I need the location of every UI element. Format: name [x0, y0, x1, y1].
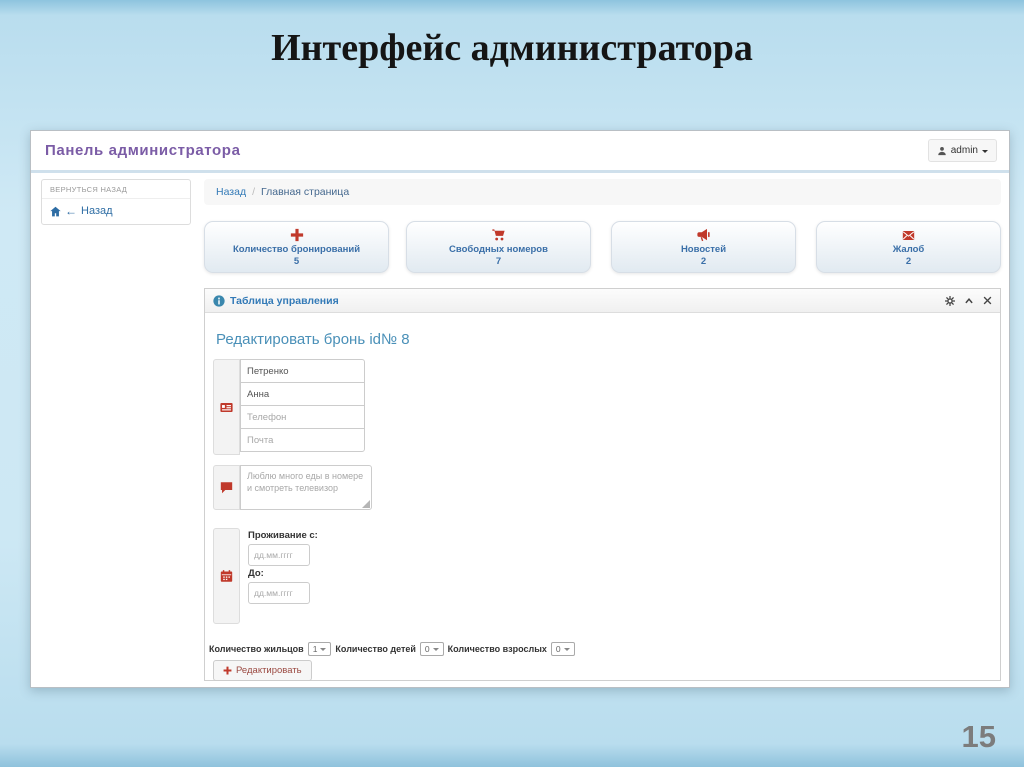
counts-row: Количество жильцов 1 Количество детей 0 … — [209, 642, 575, 656]
date-from-label: Проживание с: — [248, 530, 318, 541]
management-panel: Таблица управления Редактировать бронь i… — [204, 288, 1001, 681]
stat-card-label: Свободных номеров — [449, 243, 548, 255]
person-icon — [937, 146, 947, 156]
children-count-label: Количество детей — [335, 644, 416, 654]
date-to-input[interactable] — [248, 582, 310, 604]
chevron-down-icon — [320, 647, 327, 654]
comment-textarea[interactable] — [240, 465, 372, 510]
info-icon — [213, 294, 225, 307]
stat-card-value: 7 — [495, 255, 502, 267]
id-card-icon — [213, 359, 240, 455]
breadcrumb: Назад / Главная страница — [204, 179, 1001, 205]
phone-input[interactable] — [240, 405, 365, 429]
sidebar: ВЕРНУТЬСЯ НАЗАД ← Назад — [41, 179, 191, 225]
calendar-icon — [213, 528, 240, 624]
edit-submit-button[interactable]: Редактировать — [213, 660, 312, 681]
adults-count-select[interactable]: 0 — [550, 642, 575, 656]
dates-group: Проживание с: До: — [213, 528, 318, 624]
chevron-down-icon — [563, 647, 570, 654]
arrow-left-icon: ← — [65, 204, 77, 218]
date-from-input[interactable] — [248, 544, 310, 566]
slide-page-number: 15 — [961, 719, 996, 754]
last-name-input[interactable] — [240, 359, 365, 383]
comment-group — [213, 465, 372, 510]
date-to-label: До: — [248, 568, 264, 579]
guest-inputs — [240, 359, 365, 455]
sidebar-back-label: Назад — [81, 205, 113, 217]
stat-card-label: Новостей — [680, 243, 727, 255]
children-count-select[interactable]: 0 — [419, 642, 444, 656]
gear-icon[interactable] — [945, 295, 955, 306]
stat-card-value: 2 — [905, 255, 912, 267]
comment-icon — [213, 465, 240, 510]
app-header: Панель администратора admin — [31, 131, 1009, 173]
panel-title: Таблица управления — [230, 294, 339, 307]
admin-panel-screenshot: Панель администратора admin ВЕРНУТЬСЯ НА… — [30, 130, 1010, 688]
chevron-down-icon — [432, 647, 439, 654]
tenants-count-select[interactable]: 1 — [307, 642, 332, 656]
close-icon[interactable] — [983, 296, 992, 305]
sidebar-header: ВЕРНУТЬСЯ НАЗАД — [42, 180, 190, 199]
tenants-count-label: Количество жильцов — [209, 644, 304, 654]
panel-header: Таблица управления — [205, 289, 1000, 313]
breadcrumb-back-link[interactable]: Назад — [216, 186, 246, 198]
chevron-up-icon[interactable] — [964, 296, 974, 306]
megaphone-icon — [696, 228, 711, 243]
breadcrumb-separator: / — [252, 186, 256, 198]
cart-icon — [491, 228, 506, 243]
adults-count-label: Количество взрослых — [447, 644, 547, 654]
form-heading: Редактировать бронь id№ 8 — [216, 331, 410, 348]
first-name-input[interactable] — [240, 382, 365, 406]
slide-title: Интерфейс администратора — [271, 27, 753, 69]
panel-body: Редактировать бронь id№ 8 Петренко Анна … — [205, 313, 1000, 681]
stat-card-label: Количество бронирований — [232, 243, 361, 255]
stat-card-complaints[interactable]: Жалоб 2 — [816, 221, 1001, 273]
app-brand: Панель администратора — [45, 142, 241, 159]
user-menu-button[interactable]: admin — [927, 139, 997, 162]
presentation-slide: Интерфейс администратора Панель админист… — [0, 0, 1024, 767]
date-fields: Проживание с: До: — [240, 528, 318, 624]
stat-card-value: 2 — [700, 255, 707, 267]
stat-card-value: 5 — [293, 255, 300, 267]
chevron-down-icon — [982, 149, 988, 156]
envelope-icon — [901, 228, 916, 243]
user-menu-label: admin — [950, 145, 978, 156]
stat-card-bookings[interactable]: Количество бронирований 5 — [204, 221, 389, 273]
guest-info-group — [213, 359, 365, 455]
stat-card-label: Жалоб — [892, 243, 925, 255]
sidebar-item-back[interactable]: ← Назад — [42, 199, 190, 224]
breadcrumb-current[interactable]: Главная страница — [261, 186, 349, 198]
panel-window-controls — [945, 295, 992, 306]
home-icon — [50, 206, 61, 217]
plus-icon — [223, 666, 232, 675]
plus-icon — [290, 228, 304, 243]
stat-card-news[interactable]: Новостей 2 — [611, 221, 796, 273]
edit-submit-label: Редактировать — [236, 665, 302, 676]
stat-card-free-rooms[interactable]: Свободных номеров 7 — [406, 221, 591, 273]
comment-textarea-wrap — [240, 465, 372, 510]
email-input[interactable] — [240, 428, 365, 452]
